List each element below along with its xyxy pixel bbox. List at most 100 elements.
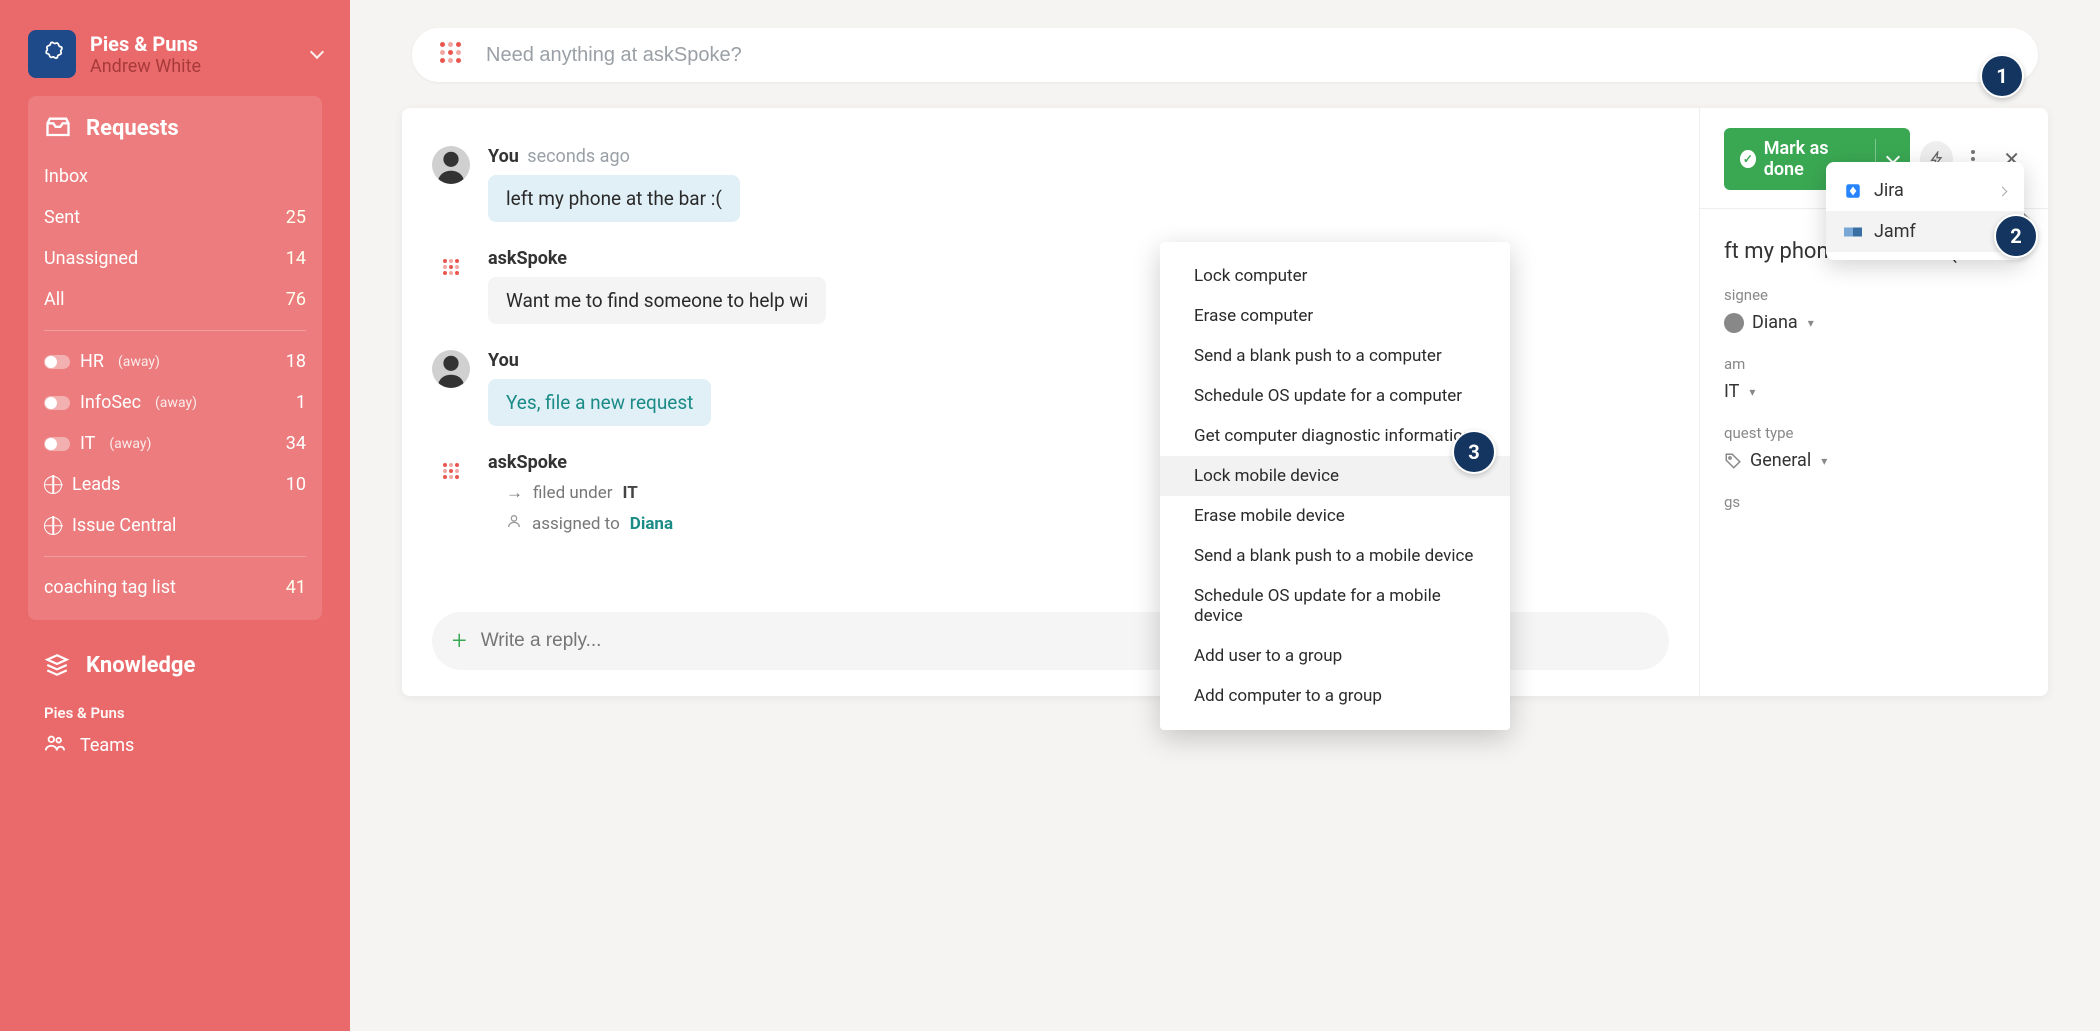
message-bubble[interactable]: Yes, file a new request	[488, 379, 711, 426]
sidebar-item-label: coaching tag list	[44, 577, 176, 598]
avatar-icon	[1724, 313, 1744, 333]
field-value-type[interactable]: General ▾	[1724, 450, 2024, 471]
integration-item-label: Jira	[1874, 180, 1904, 201]
sidebar-team-count: 18	[286, 351, 306, 372]
sidebar: Pies & Puns Andrew White Requests Inbox …	[0, 0, 350, 1031]
message-time: seconds ago	[527, 146, 630, 167]
type-name: General	[1750, 450, 1811, 471]
field-label-type: quest type	[1724, 424, 2024, 442]
search-input[interactable]	[486, 44, 2010, 67]
sidebar-item-label: Unassigned	[44, 248, 138, 269]
jamf-icon	[1844, 223, 1862, 241]
sidebar-team-infosec[interactable]: InfoSec (away) 1	[44, 382, 306, 423]
sidebar-item-label: Sent	[44, 207, 80, 228]
toggle-icon[interactable]	[44, 396, 70, 410]
sidebar-item-count: 41	[286, 577, 306, 598]
field-value-team[interactable]: IT ▾	[1724, 381, 2024, 402]
tag-icon	[1724, 452, 1742, 470]
system-line-value[interactable]: Diana	[630, 514, 673, 534]
sidebar-team-hr[interactable]: HR (away) 18	[44, 341, 306, 382]
action-menu-item[interactable]: Send a blank push to a mobile device	[1160, 536, 1510, 576]
assignee-name: Diana	[1752, 312, 1798, 333]
action-menu-item[interactable]: Erase mobile device	[1160, 496, 1510, 536]
sidebar-team-count: 10	[286, 474, 306, 495]
sidebar-team-leads[interactable]: Leads 10	[44, 464, 306, 505]
integration-item-jira[interactable]: Jira	[1826, 170, 2024, 211]
inbox-icon	[44, 114, 72, 142]
globe-icon	[44, 476, 62, 494]
system-line-label: filed under	[533, 483, 613, 503]
avatar	[432, 146, 470, 184]
chevron-down-icon	[312, 44, 322, 65]
field-label-assignee: signee	[1724, 286, 2024, 304]
sidebar-item-all[interactable]: All 76	[44, 279, 306, 320]
jamf-actions-popover: Lock computerErase computerSend a blank …	[1160, 242, 1510, 730]
sidebar-team-label: InfoSec	[80, 392, 141, 413]
message-author: askSpoke	[488, 248, 567, 269]
caret-down-icon: ▾	[1749, 385, 1755, 399]
sidebar-knowledge-label: Knowledge	[86, 653, 195, 678]
sidebar-item-tag-list[interactable]: coaching tag list 41	[44, 567, 306, 608]
sidebar-team-count: 1	[296, 392, 306, 413]
plus-icon[interactable]: +	[452, 626, 467, 656]
message-author: You	[488, 350, 519, 371]
message-author: askSpoke	[488, 452, 567, 473]
sidebar-team-label: HR	[80, 351, 104, 372]
sidebar-team-status: (away)	[118, 354, 160, 370]
sidebar-item-sent[interactable]: Sent 25	[44, 197, 306, 238]
sidebar-item-inbox[interactable]: Inbox	[44, 156, 306, 197]
field-label-team: am	[1724, 355, 2024, 373]
sidebar-footer-teams-label: Teams	[80, 735, 134, 756]
sidebar-footer-org: Pies & Puns	[44, 704, 306, 722]
field-label-tags: gs	[1724, 493, 2024, 511]
sidebar-team-issue-central[interactable]: Issue Central	[44, 505, 306, 546]
toggle-icon[interactable]	[44, 355, 70, 369]
sidebar-item-unassigned[interactable]: Unassigned 14	[44, 238, 306, 279]
action-menu-item[interactable]: Add user to a group	[1160, 636, 1510, 676]
callout-badge-2: 2	[1994, 214, 2038, 258]
sidebar-knowledge-link[interactable]: Knowledge	[44, 652, 306, 678]
jira-icon	[1844, 182, 1862, 200]
sidebar-item-count: 76	[286, 289, 306, 310]
person-icon	[506, 513, 522, 534]
avatar	[432, 248, 470, 286]
chevron-right-icon	[1999, 184, 2006, 198]
sidebar-footer-teams-link[interactable]: Teams	[44, 732, 306, 759]
org-name: Pies & Puns	[90, 32, 201, 56]
avatar	[432, 350, 470, 388]
action-menu-item[interactable]: Schedule OS update for a computer	[1160, 376, 1510, 416]
stack-icon	[44, 652, 70, 678]
field-value-assignee[interactable]: Diana ▾	[1724, 312, 2024, 333]
check-icon: ✓	[1740, 150, 1756, 168]
askspoke-logo-icon	[440, 42, 466, 68]
integration-popover: Jira Jamf	[1826, 162, 2024, 260]
system-line-value: IT	[623, 483, 638, 503]
sidebar-section-title: Requests	[86, 116, 179, 141]
sidebar-team-count: 34	[286, 433, 306, 454]
avatar	[432, 452, 470, 490]
sidebar-team-label: IT	[80, 433, 95, 454]
divider	[44, 330, 306, 331]
action-menu-item[interactable]: Erase computer	[1160, 296, 1510, 336]
main-content: You seconds ago left my phone at the bar…	[350, 0, 2100, 1031]
org-selector[interactable]: Pies & Puns Andrew White	[28, 30, 322, 78]
toggle-icon[interactable]	[44, 437, 70, 451]
search-bar[interactable]	[412, 28, 2038, 82]
caret-down-icon: ▾	[1808, 316, 1814, 330]
action-menu-item[interactable]: Lock computer	[1160, 256, 1510, 296]
sidebar-team-it[interactable]: IT (away) 34	[44, 423, 306, 464]
action-menu-item[interactable]: Schedule OS update for a mobile device	[1160, 576, 1510, 636]
sidebar-team-label: Issue Central	[72, 515, 176, 536]
callout-badge-3: 3	[1452, 430, 1496, 474]
sidebar-requests-section: Requests Inbox Sent 25 Unassigned 14 All…	[28, 96, 322, 620]
people-icon	[44, 732, 66, 759]
sidebar-item-count: 14	[286, 248, 306, 269]
caret-down-icon: ▾	[1821, 454, 1827, 468]
message-bubble: left my phone at the bar :(	[488, 175, 740, 222]
callout-badge-1: 1	[1980, 54, 2024, 98]
action-menu-item[interactable]: Send a blank push to a computer	[1160, 336, 1510, 376]
arrow-right-icon: →	[506, 483, 523, 503]
message: You seconds ago left my phone at the bar…	[402, 138, 1699, 240]
sidebar-team-status: (away)	[109, 436, 151, 452]
action-menu-item[interactable]: Add computer to a group	[1160, 676, 1510, 716]
